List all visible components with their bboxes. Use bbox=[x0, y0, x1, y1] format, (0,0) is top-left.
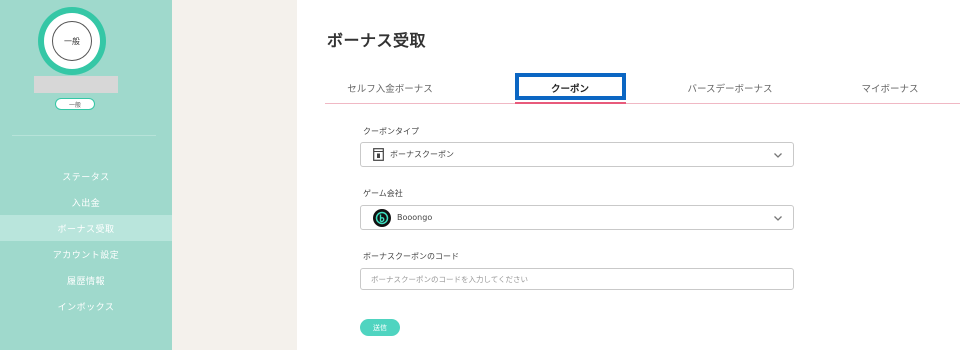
sidebar-divider bbox=[12, 135, 156, 136]
sidebar-item-status[interactable]: ステータス bbox=[0, 163, 172, 189]
sidebar-item-history[interactable]: 履歴情報 bbox=[0, 267, 172, 293]
avatar-rank-label: 一般 bbox=[52, 21, 92, 61]
coupon-icon bbox=[373, 148, 384, 161]
sidebar-item-bonus-claim[interactable]: ボーナス受取 bbox=[0, 215, 172, 241]
coupon-code-input[interactable] bbox=[360, 268, 794, 290]
tab-birthday-bonus[interactable]: バースデーボーナス bbox=[665, 72, 795, 104]
coupon-type-label: クーポンタイプ bbox=[363, 127, 419, 136]
rank-badge: 一般 bbox=[55, 98, 95, 110]
bonus-tabs: セルフ入金ボーナス クーポン バースデーボーナス マイボーナス bbox=[325, 72, 960, 104]
active-tab-highlight bbox=[515, 73, 626, 100]
sidebar-nav: ステータス 入出金 ボーナス受取 アカウント設定 履歴情報 インボックス bbox=[0, 163, 172, 319]
provider-label: ゲーム会社 bbox=[363, 189, 403, 198]
coupon-code-label: ボーナスクーポンのコード bbox=[363, 252, 459, 261]
chevron-down-icon bbox=[774, 153, 782, 158]
sidebar: 一般 一般 ステータス 入出金 ボーナス受取 アカウント設定 履歴情報 インボッ… bbox=[0, 0, 172, 350]
tab-self-deposit-bonus[interactable]: セルフ入金ボーナス bbox=[325, 72, 455, 104]
submit-button[interactable]: 送信 bbox=[360, 319, 400, 336]
provider-select[interactable]: Booongo bbox=[360, 205, 794, 230]
booongo-logo-icon bbox=[373, 208, 391, 227]
tab-my-bonus[interactable]: マイボーナス bbox=[825, 72, 955, 104]
provider-value: Booongo bbox=[397, 213, 433, 222]
coupon-type-value: ボーナスクーポン bbox=[390, 150, 454, 159]
coupon-type-select[interactable]: ボーナスクーポン bbox=[360, 142, 794, 167]
username-placeholder bbox=[34, 76, 118, 93]
sidebar-item-account-settings[interactable]: アカウント設定 bbox=[0, 241, 172, 267]
sidebar-item-deposit-withdraw[interactable]: 入出金 bbox=[0, 189, 172, 215]
chevron-down-icon bbox=[774, 216, 782, 221]
active-tab-underline bbox=[515, 102, 626, 104]
sidebar-item-inbox[interactable]: インボックス bbox=[0, 293, 172, 319]
avatar[interactable]: 一般 bbox=[38, 7, 106, 75]
page-title: ボーナス受取 bbox=[327, 31, 427, 50]
main-panel: ボーナス受取 セルフ入金ボーナス クーポン バースデーボーナス マイボーナス ク… bbox=[297, 0, 960, 350]
